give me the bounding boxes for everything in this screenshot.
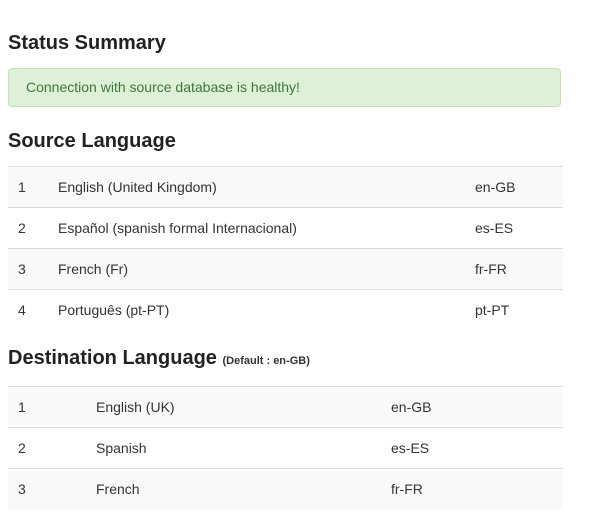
- row-number: 3: [8, 468, 96, 509]
- row-number: 1: [8, 166, 58, 208]
- language-code: es-ES: [391, 427, 563, 469]
- table-row: 2 Español (spanish formal Internacional)…: [8, 207, 563, 249]
- table-row: 2 Spanish es-ES: [8, 427, 563, 469]
- row-number: 2: [8, 427, 96, 469]
- destination-language-heading: Destination Language (Default : en-GB): [8, 346, 310, 373]
- table-row: 3 French fr-FR: [8, 468, 563, 509]
- status-message: Connection with source database is healt…: [26, 79, 300, 95]
- language-code: es-ES: [475, 207, 563, 249]
- language-name: Spanish: [96, 427, 391, 469]
- status-summary-heading: Status Summary: [8, 32, 166, 54]
- language-name: French (Fr): [58, 248, 475, 290]
- language-name: French: [96, 468, 391, 509]
- row-number: 4: [8, 289, 58, 330]
- status-success-alert: Connection with source database is healt…: [8, 68, 561, 107]
- language-name: Español (spanish formal Internacional): [58, 207, 475, 249]
- language-name: English (United Kingdom): [58, 166, 475, 208]
- language-code: fr-FR: [475, 248, 563, 290]
- row-number: 3: [8, 248, 58, 290]
- language-code: en-GB: [475, 166, 563, 208]
- language-code: fr-FR: [391, 468, 563, 509]
- table-row: 3 French (Fr) fr-FR: [8, 248, 563, 290]
- table-row: 4 Português (pt-PT) pt-PT: [8, 289, 563, 330]
- row-number: 2: [8, 207, 58, 249]
- language-code: pt-PT: [475, 289, 563, 330]
- row-number: 1: [8, 386, 96, 428]
- language-name: Português (pt-PT): [58, 289, 475, 330]
- table-row: 1 English (United Kingdom) en-GB: [8, 166, 563, 208]
- destination-title: Destination Language: [8, 347, 217, 369]
- source-language-heading: Source Language: [8, 130, 176, 152]
- destination-language-table: 1 English (UK) en-GB 2 Spanish es-ES 3 F…: [8, 386, 563, 509]
- table-row: 1 English (UK) en-GB: [8, 386, 563, 428]
- default-language-note: (Default : en-GB): [222, 355, 310, 367]
- language-code: en-GB: [391, 386, 563, 428]
- source-language-table: 1 English (United Kingdom) en-GB 2 Españ…: [8, 166, 563, 330]
- language-name: English (UK): [96, 386, 391, 428]
